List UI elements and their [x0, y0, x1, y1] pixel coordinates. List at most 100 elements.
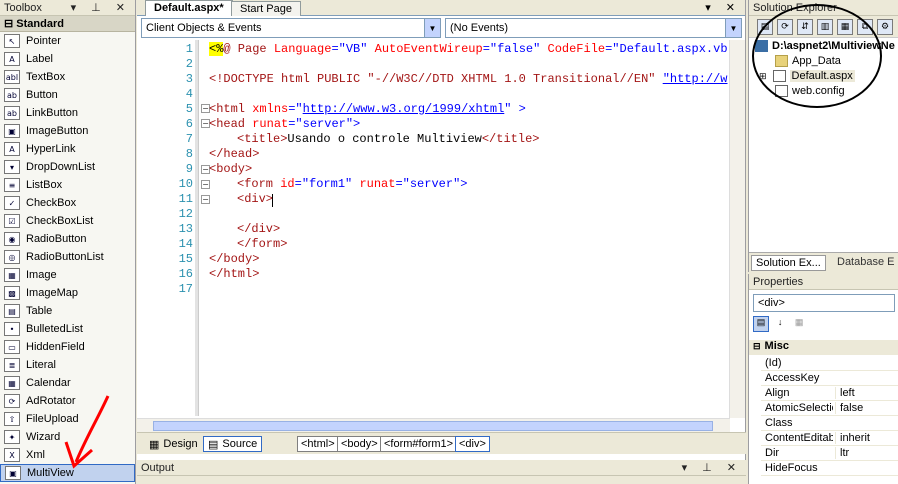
code-line-7: <title>Usando o controle Multiview</titl… [237, 132, 539, 146]
code-token: ="false" [482, 42, 548, 56]
chevron-down-icon[interactable]: ▼ [725, 19, 741, 37]
line-number: 7 [185, 132, 193, 146]
property-row[interactable]: HideFocus [761, 461, 898, 476]
source-view-button[interactable]: ▤ Source [203, 436, 263, 452]
toolbox-window-buttons[interactable]: ▾ ⊥ ✕ [71, 1, 131, 14]
toolbox-item-hyperlink[interactable]: A HyperLink [0, 140, 135, 158]
code-token: AutoEventWireup [374, 42, 483, 56]
toolbox-section-label: Standard [16, 18, 64, 30]
property-name: Align [765, 387, 790, 399]
refresh-icon[interactable]: ⟳ [777, 19, 793, 35]
toolbox-item-dropdownlist[interactable]: ▾ DropDownList [0, 158, 135, 176]
tab-default-aspx[interactable]: Default.aspx* [145, 0, 233, 16]
property-row[interactable]: ContentEditableinherit [761, 431, 898, 446]
imagebutton-icon: ▣ [4, 124, 20, 138]
design-view-button[interactable]: ▦ Design [145, 436, 202, 452]
nest-files-icon[interactable]: ⇵ [797, 19, 813, 35]
fold-toggle-icon[interactable]: − [201, 195, 210, 204]
tab-window-buttons[interactable]: ▾ ✕ [705, 1, 741, 14]
property-pages-icon[interactable]: ▦ [791, 317, 807, 333]
toolbox-item-multiview[interactable]: ▣ MultiView [0, 464, 135, 482]
property-row[interactable]: AccessKey [761, 371, 898, 386]
tree-item-default-aspx[interactable]: ⊞ Default.aspx [759, 70, 855, 82]
scroll-thumb[interactable] [153, 421, 713, 431]
copy-website-icon[interactable]: ⧉ [857, 19, 873, 35]
property-row[interactable]: Align left [761, 386, 898, 401]
output-window-buttons[interactable]: ▾ ⊥ ✕ [682, 461, 742, 474]
toolbox-item-label: ImageButton [26, 125, 89, 137]
code-line-5: <html xmlns="http://www.w3.org/1999/xhtm… [209, 102, 526, 116]
properties-object-selector[interactable]: <div> [753, 294, 895, 312]
event-combo[interactable]: (No Events) ▼ [445, 18, 742, 38]
toolbox-item-image[interactable]: ▦ Image [0, 266, 135, 284]
toolbox-item-imagemap[interactable]: ▩ ImageMap [0, 284, 135, 302]
toolbox-item-radiobuttonlist[interactable]: ◎ RadioButtonList [0, 248, 135, 266]
toolbox-item-imagebutton[interactable]: ▣ ImageButton [0, 122, 135, 140]
categorized-icon[interactable]: ▤ [753, 316, 769, 332]
toolbox-item-listbox[interactable]: ≡ ListBox [0, 176, 135, 194]
toolbox-item-bulletedlist[interactable]: • BulletedList [0, 320, 135, 338]
tree-root[interactable]: D:\aspnet2\MultiviewNe [755, 40, 895, 52]
toolbox-section-header[interactable]: ⊟ Standard [0, 16, 135, 32]
tab-database-explorer[interactable]: Database E [833, 255, 898, 269]
tab-start-page[interactable]: Start Page [231, 1, 301, 16]
vertical-scrollbar[interactable] [729, 40, 745, 418]
view-code-icon[interactable]: ▥ [817, 19, 833, 35]
toolbox-item-linkbutton[interactable]: ab LinkButton [0, 104, 135, 122]
toolbox-item-textbox[interactable]: abl TextBox [0, 68, 135, 86]
toolbox-item-calendar[interactable]: ▦ Calendar [0, 374, 135, 392]
object-combo[interactable]: Client Objects & Events ▼ [141, 18, 441, 38]
chevron-down-icon[interactable]: ▼ [424, 19, 440, 37]
source-code-area[interactable]: 1 2 3 4 5 6 7 8 9 10 11 12 13 14 15 16 17 − − − − − <%@ … [137, 40, 730, 416]
code-line-9: <body> [209, 162, 253, 176]
toolbox-item-checkbox[interactable]: ✓ CheckBox [0, 194, 135, 212]
code-link[interactable]: http://www.w3.org/1999/xhtml [303, 102, 505, 116]
fold-toggle-icon[interactable]: − [201, 180, 210, 189]
code-link[interactable]: "http://w [663, 72, 728, 86]
toolbox-item-button[interactable]: ab Button [0, 86, 135, 104]
toolbox-item-checkboxlist[interactable]: ☑ CheckBoxList [0, 212, 135, 230]
property-category-misc[interactable]: ⊟ Misc [749, 340, 898, 355]
property-row[interactable]: Class [761, 416, 898, 431]
property-value[interactable]: false [835, 402, 898, 414]
toolbox-item-literal[interactable]: ≣ Literal [0, 356, 135, 374]
toolbox-item-fileupload[interactable]: ⇧ FileUpload [0, 410, 135, 428]
code-token: </title> [481, 132, 540, 146]
line-number: 12 [178, 207, 193, 221]
tree-item-web-config[interactable]: web.config [775, 85, 845, 97]
tree-root-label: D:\aspnet2\MultiviewNe [772, 40, 895, 52]
code-token: <% [209, 42, 224, 56]
config-icon[interactable]: ⚙ [877, 19, 893, 35]
toolbox-item-label[interactable]: A Label [0, 50, 135, 68]
toolbox-item-radiobutton[interactable]: ◉ RadioButton [0, 230, 135, 248]
solution-title: Solution Explorer [753, 2, 837, 14]
property-value[interactable]: inherit [835, 432, 898, 444]
breadcrumb-div[interactable]: <div> [455, 436, 490, 452]
property-value[interactable]: left [835, 387, 898, 399]
view-designer-icon[interactable]: ▦ [837, 19, 853, 35]
toolbox-item-pointer[interactable]: ↖ Pointer [0, 32, 135, 50]
tab-solution-explorer[interactable]: Solution Ex... [751, 255, 826, 271]
breadcrumb-form[interactable]: <form#form1> [380, 436, 458, 452]
tree-item-app-data[interactable]: App_Data [775, 55, 841, 67]
toolbox-item-xml[interactable]: X Xml [0, 446, 135, 464]
solution-bottom-tabs: Solution Ex... Database E [749, 252, 898, 272]
toolbox-item-adrotator[interactable]: ⟳ AdRotator [0, 392, 135, 410]
toolbox-item-table[interactable]: ▤ Table [0, 302, 135, 320]
toolbox-item-label: Button [26, 89, 58, 101]
property-row[interactable]: (Id) [761, 356, 898, 371]
horizontal-scrollbar[interactable] [137, 418, 730, 432]
breadcrumb-html[interactable]: <html> [297, 436, 339, 452]
code-token: Language [273, 42, 332, 56]
property-row[interactable]: Dir ltr [761, 446, 898, 461]
toolbox-item-wizard[interactable]: ✦ Wizard [0, 428, 135, 446]
alphabetical-icon[interactable]: ↓ [772, 317, 788, 333]
property-row[interactable]: AtomicSelectionfalse [761, 401, 898, 416]
property-value[interactable]: ltr [835, 447, 898, 459]
code-token: @ Page [223, 42, 274, 56]
breadcrumb-body[interactable]: <body> [337, 436, 382, 452]
properties-icon[interactable]: ▤ [757, 19, 773, 35]
expand-icon[interactable]: ⊞ [759, 71, 767, 82]
toolbox-item-label: ListBox [26, 179, 63, 191]
toolbox-item-hiddenfield[interactable]: ▭ HiddenField [0, 338, 135, 356]
